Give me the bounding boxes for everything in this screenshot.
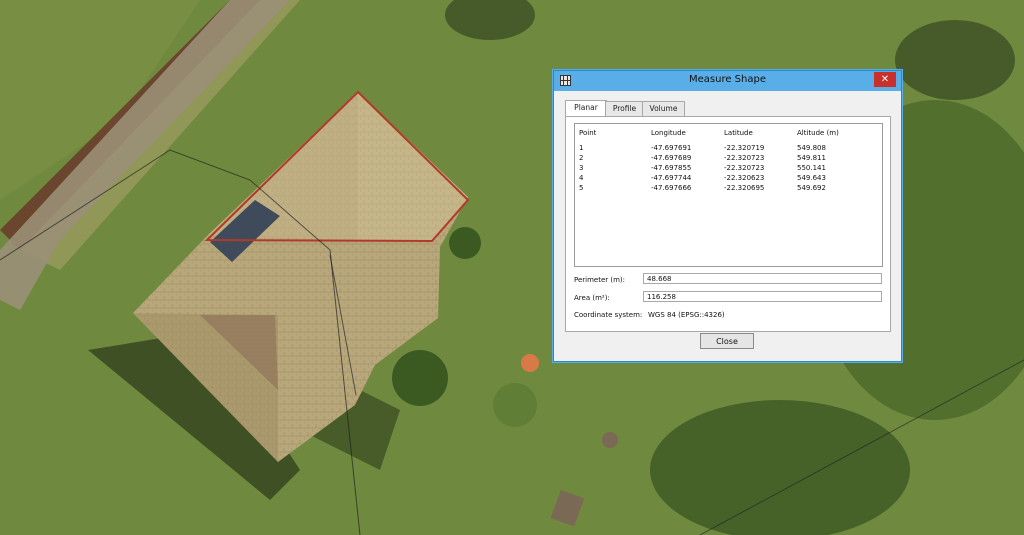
col-altitude[interactable]: Altitude (m) (797, 129, 839, 137)
area-label: Area (m²): (574, 294, 610, 302)
cell-altitude: 549.643 (797, 174, 826, 182)
cell-altitude: 550.141 (797, 164, 826, 172)
table-row[interactable]: 5 -47.697666 -22.320695 549.692 (575, 184, 882, 194)
cell-longitude: -47.697666 (651, 184, 692, 192)
cell-latitude: -22.320695 (724, 184, 765, 192)
measure-shape-dialog: Measure Shape ✕ Planar Profile Volume Po… (553, 70, 902, 362)
col-longitude[interactable]: Longitude (651, 129, 686, 137)
coordinate-system-value: WGS 84 (EPSG::4326) (648, 311, 725, 319)
shrub (392, 350, 448, 406)
title-bar[interactable]: Measure Shape ✕ (554, 71, 901, 91)
cell-latitude: -22.320623 (724, 174, 765, 182)
cell-longitude: -47.697855 (651, 164, 692, 172)
cell-point: 3 (579, 164, 584, 172)
table-row[interactable]: 3 -47.697855 -22.320723 550.141 (575, 164, 882, 174)
perimeter-field[interactable]: 48.668 (643, 273, 882, 284)
yard-object (521, 354, 539, 372)
table-row[interactable]: 1 -47.697691 -22.320719 549.808 (575, 144, 882, 154)
cell-point: 5 (579, 184, 584, 192)
cell-point: 1 (579, 144, 584, 152)
area-field[interactable]: 116.258 (643, 291, 882, 302)
planar-panel: Point Longitude Latitude Altitude (m) 1 … (565, 116, 891, 332)
cell-longitude: -47.697744 (651, 174, 692, 182)
perimeter-label: Perimeter (m): (574, 276, 626, 284)
window-title: Measure Shape (689, 74, 766, 85)
col-point[interactable]: Point (579, 129, 596, 137)
cell-point: 2 (579, 154, 584, 162)
cell-longitude: -47.697691 (651, 144, 692, 152)
cell-altitude: 549.811 (797, 154, 826, 162)
tab-planar[interactable]: Planar (565, 100, 607, 117)
cell-latitude: -22.320723 (724, 154, 765, 162)
table-row[interactable]: 4 -47.697744 -22.320623 549.643 (575, 174, 882, 184)
points-table[interactable]: Point Longitude Latitude Altitude (m) 1 … (574, 123, 883, 267)
close-button[interactable]: Close (700, 333, 754, 349)
cell-latitude: -22.320719 (724, 144, 765, 152)
table-row[interactable]: 2 -47.697689 -22.320723 549.811 (575, 154, 882, 164)
cell-latitude: -22.320723 (724, 164, 765, 172)
tab-profile[interactable]: Profile (605, 101, 644, 116)
close-icon[interactable]: ✕ (874, 72, 896, 87)
cell-altitude: 549.808 (797, 144, 826, 152)
tab-volume[interactable]: Volume (642, 101, 685, 116)
col-latitude[interactable]: Latitude (724, 129, 753, 137)
table-header: Point Longitude Latitude Altitude (m) (575, 129, 882, 139)
coordinate-system-label: Coordinate system: (574, 311, 643, 319)
cell-point: 4 (579, 174, 584, 182)
cell-longitude: -47.697689 (651, 154, 692, 162)
cell-altitude: 549.692 (797, 184, 826, 192)
